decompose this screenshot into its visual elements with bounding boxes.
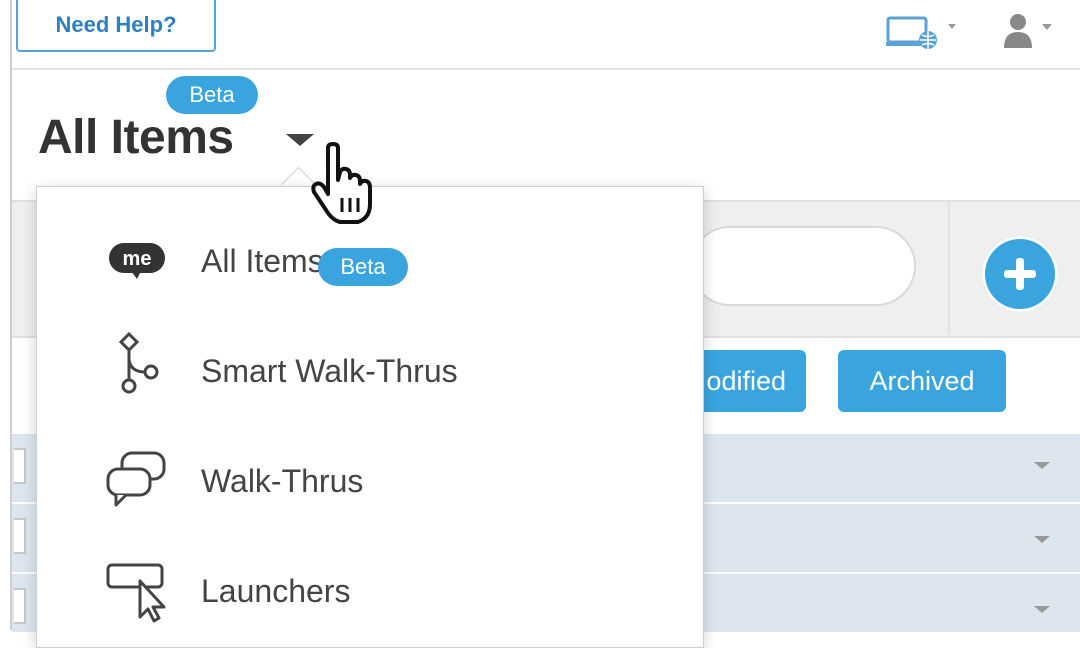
filter-modified-label: odified: [706, 365, 786, 396]
user-icon[interactable]: [996, 12, 1060, 50]
title-beta-badge: Beta: [166, 76, 258, 114]
search-input[interactable]: [690, 226, 916, 306]
row-chevron-down-icon[interactable]: [1034, 536, 1050, 543]
row-checkbox[interactable]: [14, 518, 26, 554]
menu-item-label: Smart Walk-Thrus: [201, 353, 458, 389]
me-logo-icon: me: [103, 227, 171, 295]
row-checkbox[interactable]: [14, 448, 26, 484]
row-chevron-down-icon[interactable]: [1034, 462, 1050, 469]
menu-beta-badge: Beta: [318, 248, 408, 286]
filter-archived-button[interactable]: Archived: [838, 350, 1006, 412]
monitor-globe-icon[interactable]: [886, 14, 962, 50]
launcher-cursor-icon: [103, 557, 171, 625]
add-item-button[interactable]: [982, 236, 1058, 312]
menu-item-smart-walk-thrus[interactable]: Smart Walk-Thrus: [37, 321, 703, 421]
svg-text:me: me: [123, 248, 152, 270]
walkthru-bubbles-icon: [103, 445, 171, 513]
need-help-button[interactable]: Need Help?: [16, 0, 216, 52]
page-title[interactable]: All Items: [38, 110, 234, 165]
row-checkbox[interactable]: [14, 588, 26, 624]
smart-walkthru-icon: [103, 329, 171, 397]
menu-item-launchers[interactable]: Launchers: [37, 541, 703, 641]
menu-item-label: All Items: [201, 243, 324, 279]
toolbar-divider: [948, 202, 950, 334]
row-chevron-down-icon[interactable]: [1034, 606, 1050, 613]
filter-archived-label: Archived: [869, 365, 975, 396]
hand-pointer-cursor-icon: [306, 142, 386, 226]
menu-item-label: Launchers: [201, 573, 351, 609]
menu-item-walk-thrus[interactable]: Walk-Thrus: [37, 431, 703, 531]
menu-item-label: Walk-Thrus: [201, 463, 364, 499]
